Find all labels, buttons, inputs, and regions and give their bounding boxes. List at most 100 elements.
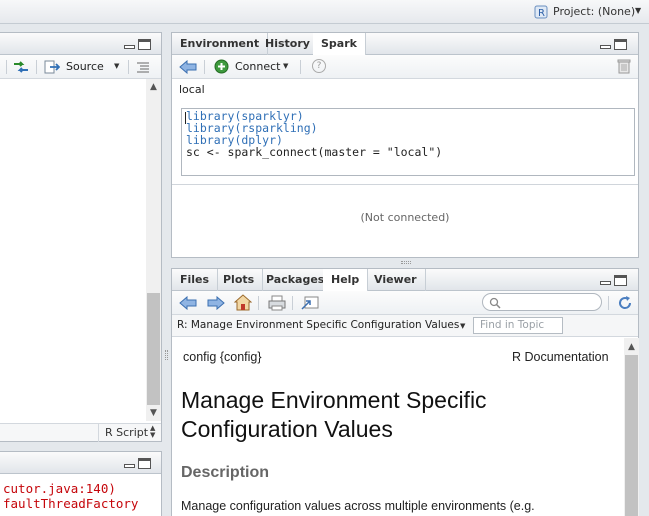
help-scrollbar[interactable]: ▲ — [624, 338, 639, 516]
section-title: Description — [181, 464, 270, 481]
find-in-topic-placeholder: Find in Topic — [480, 319, 545, 331]
maximize-icon[interactable] — [614, 275, 627, 286]
maximize-icon[interactable] — [138, 458, 151, 469]
maximize-icon[interactable] — [138, 39, 151, 50]
doc-kind: R Documentation — [512, 350, 609, 364]
tab-environment[interactable]: Environment — [172, 33, 269, 55]
file-type-menu[interactable]: R Script ▲ ▼ — [98, 424, 161, 442]
home-icon[interactable] — [234, 294, 252, 311]
refresh-icon[interactable] — [617, 295, 633, 311]
help-document: config {config} R Documentation Manage E… — [172, 338, 624, 516]
help-topic-bar: R: Manage Environment Specific Configura… — [172, 315, 638, 337]
connect-button[interactable]: Connect ▼ — [210, 58, 294, 76]
console-pane: cutor.java:140) faultThreadFactory — [0, 451, 162, 516]
environment-tabbar: Environment History Spark — [172, 33, 638, 56]
minimize-icon[interactable] — [124, 464, 135, 468]
pane-splitter-horizontal[interactable] — [171, 258, 639, 267]
tab-spark[interactable]: Spark — [313, 33, 366, 56]
help-tabbar: Files Plots Packages Help Viewer — [172, 269, 638, 292]
topic-title: R: Manage Environment Specific Configura… — [177, 319, 460, 331]
project-menu[interactable]: R Project: (None) ▼ — [533, 4, 645, 20]
tab-plots[interactable]: Plots — [215, 269, 264, 291]
help-icon[interactable]: ? — [312, 59, 326, 73]
scroll-up-icon[interactable]: ▲ — [149, 83, 158, 92]
doc-heading-line: Manage Environment Specific — [181, 387, 487, 413]
toolbar-divider — [36, 60, 37, 74]
toolbar-divider — [608, 296, 609, 310]
new-window-icon[interactable] — [301, 295, 319, 311]
chevron-down-icon: ▼ — [635, 6, 642, 15]
pane-window-controls[interactable] — [600, 275, 628, 287]
splitter-grip-icon — [401, 261, 411, 264]
help-pane: Files Plots Packages Help Viewer R: Mana… — [171, 268, 639, 516]
print-icon[interactable] — [268, 295, 286, 311]
maximize-icon[interactable] — [614, 39, 627, 50]
help-toolbar — [172, 291, 638, 315]
pane-window-controls[interactable] — [124, 458, 152, 470]
tab-help[interactable]: Help — [323, 269, 369, 292]
pane-splitter[interactable] — [163, 24, 171, 516]
outline-icon[interactable] — [136, 61, 150, 73]
back-arrow-icon[interactable] — [179, 60, 197, 74]
connection-code-box[interactable]: library(sparklyr) library(rsparkling) li… — [181, 108, 635, 176]
find-in-topic-input[interactable]: Find in Topic — [473, 317, 563, 334]
toolbar-divider — [300, 60, 301, 74]
minimize-icon[interactable] — [600, 281, 611, 285]
connection-status: (Not connected) — [360, 211, 450, 224]
source-pane: Source ▼ ▲ ▼ R Script ▲ ▼ — [0, 32, 162, 442]
project-label: Project: (None) — [553, 5, 636, 18]
source-toolbar: Source ▼ — [0, 55, 161, 79]
search-icon — [489, 297, 501, 309]
toolbar-divider — [258, 296, 259, 310]
project-icon: R — [534, 5, 548, 19]
environment-pane: Environment History Spark Connect ▼ ? lo… — [171, 32, 639, 258]
toolbar-divider — [292, 296, 293, 310]
toolbar-divider — [6, 60, 7, 74]
forward-arrow-icon[interactable] — [207, 296, 225, 310]
tab-viewer[interactable]: Viewer — [366, 269, 426, 291]
scroll-down-icon[interactable]: ▼ — [149, 409, 158, 418]
help-search-input[interactable] — [482, 293, 602, 311]
editor-status-bar: R Script ▲ ▼ — [0, 423, 161, 442]
doc-package: config {config} — [183, 350, 262, 364]
editor-scrollbar[interactable]: ▲ ▼ — [146, 79, 161, 421]
console-line: cutor.java:140) — [3, 481, 116, 496]
spark-toolbar: Connect ▼ ? — [172, 55, 638, 79]
source-button-label: Source — [66, 60, 104, 73]
source-tabbar — [0, 33, 161, 55]
chevron-down-icon: ▼ — [283, 62, 289, 70]
svg-text:R: R — [538, 8, 545, 19]
add-connection-icon — [214, 59, 229, 74]
toolbar-divider — [204, 60, 205, 74]
chevron-down-icon: ▼ — [114, 62, 120, 70]
scrollbar-thumb[interactable] — [625, 355, 638, 516]
pane-window-controls[interactable] — [124, 39, 152, 51]
topic-history-menu[interactable]: R: Manage Environment Specific Configura… — [177, 319, 471, 334]
trash-icon[interactable] — [617, 58, 631, 74]
divider — [172, 184, 638, 185]
doc-heading-line: Configuration Values — [181, 416, 393, 442]
scroll-up-icon[interactable]: ▲ — [627, 343, 636, 352]
chevron-down-icon: ▼ — [460, 322, 466, 330]
toolbar-divider — [128, 60, 129, 74]
description-text: Manage configuration values across multi… — [181, 499, 535, 513]
source-arrow-icon — [44, 60, 60, 74]
file-type-label: R Script — [105, 426, 149, 439]
back-arrow-icon[interactable] — [179, 296, 197, 310]
code-line: sc <- spark_connect(master = "local") — [186, 145, 443, 159]
tab-files[interactable]: Files — [172, 269, 219, 291]
console-line: faultThreadFactory — [3, 496, 139, 511]
source-button[interactable]: Source ▼ — [42, 58, 122, 76]
connection-name: local — [179, 83, 205, 96]
minimize-icon[interactable] — [600, 45, 611, 49]
minimize-icon[interactable] — [124, 45, 135, 49]
re-run-icon[interactable] — [12, 59, 30, 75]
scrollbar-thumb[interactable] — [147, 293, 160, 405]
top-bar: R Project: (None) ▼ — [0, 0, 649, 24]
tab-history[interactable]: History — [257, 33, 319, 55]
chevron-updown-icon: ▲ ▼ — [150, 424, 156, 439]
console-tabbar — [0, 452, 161, 474]
pane-window-controls[interactable] — [600, 39, 628, 51]
connect-button-label: Connect — [235, 60, 281, 73]
splitter-grip-icon — [165, 350, 168, 360]
